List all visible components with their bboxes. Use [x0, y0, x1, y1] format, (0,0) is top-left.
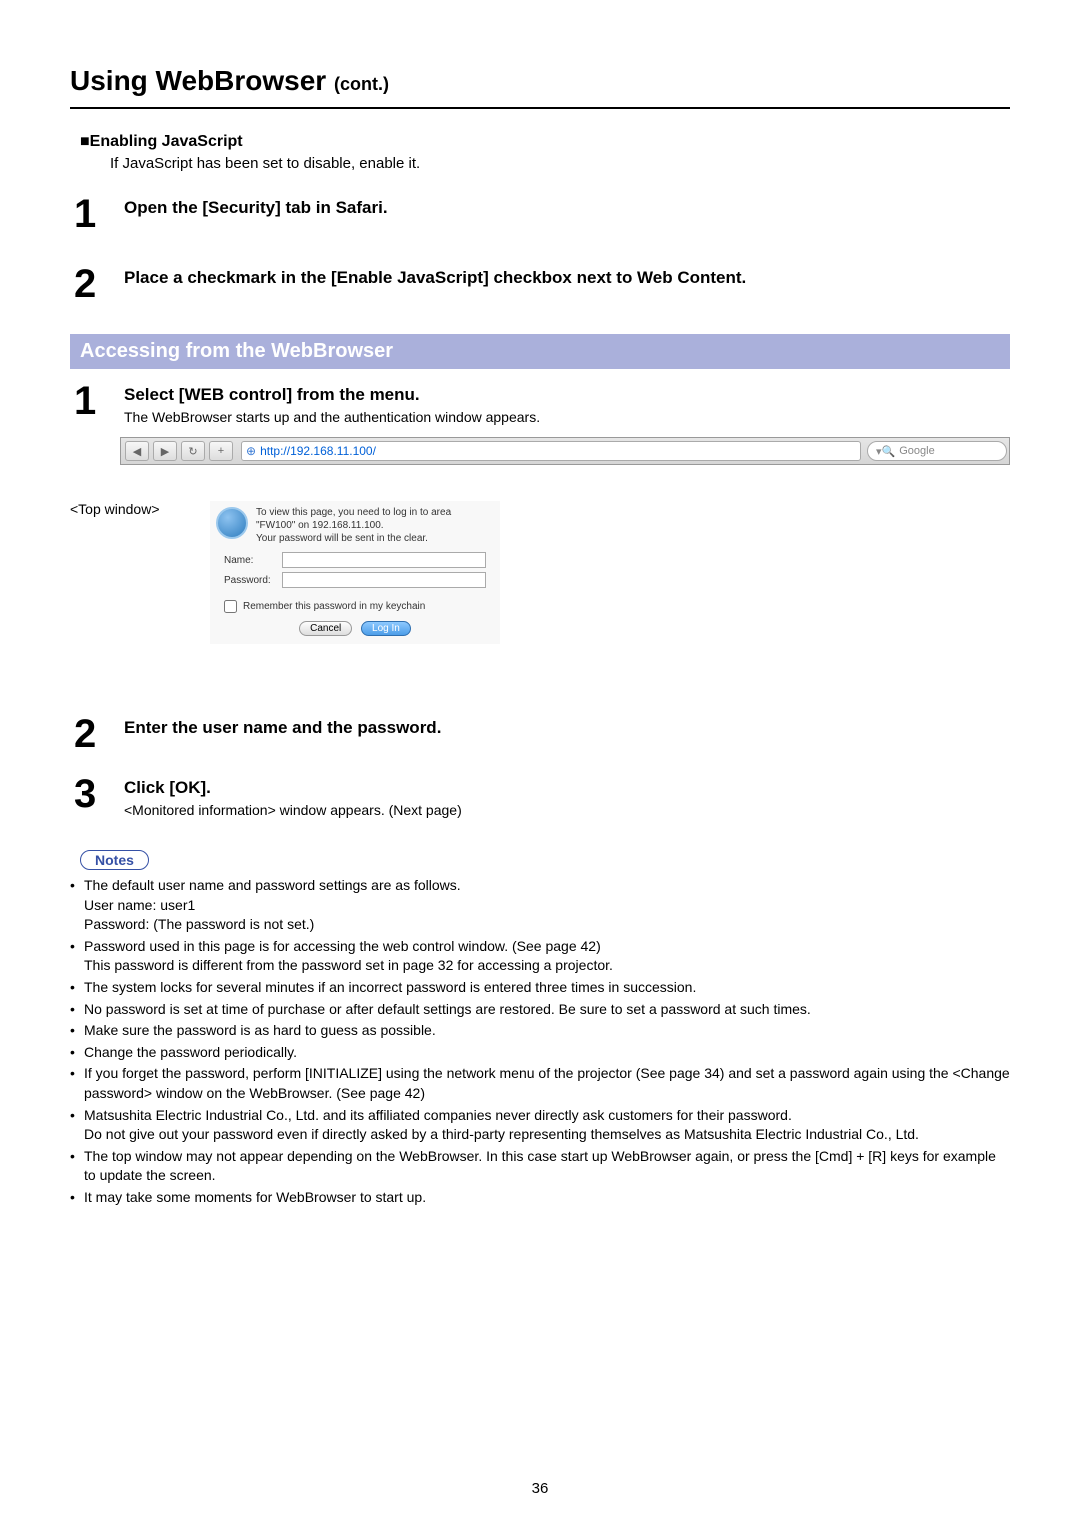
page-title: Using WebBrowser (cont.)	[70, 65, 1010, 109]
bullet-icon: •	[70, 937, 84, 976]
note-text: The system locks for several minutes if …	[84, 978, 696, 998]
step-enter-credentials: 2 Enter the user name and the password.	[74, 714, 1010, 754]
bullet-icon: •	[70, 1021, 84, 1041]
url-bar[interactable]: ⊕ http://192.168.11.100/	[241, 441, 861, 461]
note-item: •Password used in this page is for acces…	[70, 937, 1010, 976]
login-button[interactable]: Log In	[361, 621, 411, 636]
note-text: Make sure the password is as hard to gue…	[84, 1021, 436, 1041]
top-window-label: <Top window>	[70, 501, 210, 644]
password-label: Password:	[224, 575, 282, 586]
note-item: •Change the password periodically.	[70, 1043, 1010, 1063]
step-number: 2	[74, 264, 124, 304]
auth-line2: "FW100" on 192.168.11.100.	[256, 520, 451, 531]
search-placeholder: Google	[899, 445, 934, 457]
notes-badge: Notes	[80, 850, 149, 870]
name-input[interactable]	[282, 552, 486, 568]
page-number: 36	[0, 1480, 1080, 1497]
note-text: If you forget the password, perform [INI…	[84, 1064, 1010, 1103]
note-item: •No password is set at time of purchase …	[70, 1000, 1010, 1020]
title-cont: (cont.)	[334, 74, 389, 94]
step-click-ok: 3 Click [OK]. <Monitored information> wi…	[74, 774, 1010, 818]
step-title: Open the [Security] tab in Safari.	[124, 198, 1010, 218]
note-text: It may take some moments for WebBrowser …	[84, 1188, 426, 1208]
cancel-button[interactable]: Cancel	[299, 621, 352, 636]
bullet-icon: •	[70, 876, 84, 935]
note-text: Password used in this page is for access…	[84, 937, 613, 976]
bullet-icon: •	[70, 1043, 84, 1063]
auth-line1: To view this page, you need to log in to…	[256, 507, 451, 518]
step-enable-js-checkbox: 2 Place a checkmark in the [Enable JavaS…	[74, 264, 1010, 304]
step-title: Select [WEB control] from the menu.	[124, 385, 1010, 405]
title-main: Using WebBrowser	[70, 65, 334, 96]
note-item: •If you forget the password, perform [IN…	[70, 1064, 1010, 1103]
bullet-icon: •	[70, 1064, 84, 1103]
bullet-icon: •	[70, 978, 84, 998]
reload-button[interactable]: ↻	[181, 441, 205, 461]
remember-label: Remember this password in my keychain	[243, 601, 425, 612]
add-button[interactable]: +	[209, 441, 233, 461]
magnifier-icon: 🔍	[882, 445, 896, 458]
step-number: 2	[74, 714, 124, 754]
bullet-icon: •	[70, 1106, 84, 1145]
search-field[interactable]: ▾ 🔍 Google	[867, 441, 1007, 461]
bullet-icon: •	[70, 1000, 84, 1020]
url-text: http://192.168.11.100/	[260, 444, 376, 458]
step-title: Enter the user name and the password.	[124, 718, 1010, 738]
auth-line3: Your password will be sent in the clear.	[256, 533, 451, 544]
step-select-web-control: 1 Select [WEB control] from the menu. Th…	[74, 381, 1010, 425]
remember-checkbox[interactable]	[224, 600, 237, 613]
section-accessing: Accessing from the WebBrowser	[70, 334, 1010, 369]
note-item: •It may take some moments for WebBrowser…	[70, 1188, 1010, 1208]
bullet-icon: •	[70, 1147, 84, 1186]
note-item: •The default user name and password sett…	[70, 876, 1010, 935]
note-item: •Make sure the password is as hard to gu…	[70, 1021, 1010, 1041]
back-button[interactable]: ◀	[125, 441, 149, 461]
bullet-icon: •	[70, 1188, 84, 1208]
square-bullet: ■	[80, 133, 90, 150]
notes-list: •The default user name and password sett…	[70, 876, 1010, 1208]
auth-globe-icon	[216, 507, 248, 539]
step-title: Place a checkmark in the [Enable JavaScr…	[124, 268, 1010, 288]
step-desc: <Monitored information> window appears. …	[124, 802, 1010, 818]
forward-button[interactable]: ▶	[153, 441, 177, 461]
note-text: Change the password periodically.	[84, 1043, 297, 1063]
step-desc: The WebBrowser starts up and the authent…	[124, 409, 1010, 425]
step-title: Click [OK].	[124, 778, 1010, 798]
note-text: Matsushita Electric Industrial Co., Ltd.…	[84, 1106, 919, 1145]
globe-icon: ⊕	[246, 444, 256, 458]
note-item: •The top window may not appear depending…	[70, 1147, 1010, 1186]
enable-js-desc: If JavaScript has been set to disable, e…	[110, 155, 1010, 172]
auth-dialog: To view this page, you need to log in to…	[210, 501, 500, 644]
step-number: 1	[74, 381, 124, 421]
browser-toolbar: ◀ ▶ ↻ + ⊕ http://192.168.11.100/ ▾ 🔍 Goo…	[120, 437, 1010, 465]
step-number: 1	[74, 194, 124, 234]
name-label: Name:	[224, 555, 282, 566]
note-text: No password is set at time of purchase o…	[84, 1000, 811, 1020]
note-text: The top window may not appear depending …	[84, 1147, 1010, 1186]
note-item: •Matsushita Electric Industrial Co., Ltd…	[70, 1106, 1010, 1145]
step-open-security: 1 Open the [Security] tab in Safari.	[74, 194, 1010, 234]
note-text: The default user name and password setti…	[84, 876, 461, 935]
step-number: 3	[74, 774, 124, 814]
enable-js-heading: ■Enabling JavaScript	[80, 133, 1010, 151]
note-item: •The system locks for several minutes if…	[70, 978, 1010, 998]
password-input[interactable]	[282, 572, 486, 588]
